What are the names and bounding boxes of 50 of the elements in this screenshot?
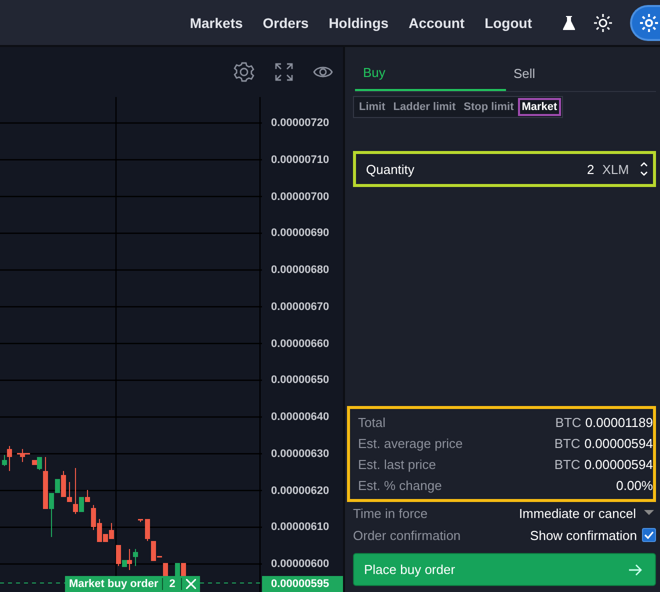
price-label: 0.00000720 (271, 116, 330, 131)
price-label: 0.00000650 (271, 373, 330, 388)
time-in-force-label: Time in force (353, 506, 428, 520)
candle (138, 518, 143, 522)
summary-value: BTC 0.00001189 (555, 415, 653, 430)
eye-icon[interactable] (313, 65, 333, 79)
price-label: 0.00000630 (271, 446, 330, 462)
nav-link[interactable]: Logout (484, 14, 532, 30)
summary-value: BTC 0.00000594 (554, 436, 653, 451)
nav-link[interactable]: Account (408, 14, 465, 30)
summary-value: BTC 0.00000594 (554, 457, 653, 472)
summary-label: Est. average price (358, 436, 463, 451)
price-label: 0.00000680 (271, 263, 330, 278)
summary-label: Total (358, 415, 386, 430)
quantity-field[interactable]: Quantity 2 XLM (353, 151, 656, 187)
checkbox[interactable] (642, 528, 656, 542)
summary-label: Est. last price (358, 457, 436, 472)
show-confirmation-label: Show confirmation (530, 528, 637, 542)
order-type-tab[interactable]: Ladder limit (389, 98, 460, 116)
settings-button[interactable] (630, 4, 660, 40)
price-label: 0.00000600 (271, 557, 330, 572)
nav-link[interactable]: Orders (262, 14, 309, 30)
order-type-tab[interactable]: Limit (355, 98, 390, 116)
close-icon (186, 579, 196, 589)
current-price-label: 0.00000595 (262, 576, 343, 592)
tab[interactable]: Buy (355, 59, 506, 91)
nav-link[interactable]: Markets (190, 14, 243, 30)
price-label: 0.00000620 (271, 484, 330, 498)
price-label: 0.00000670 (271, 300, 330, 315)
order-type-tab[interactable]: Market (518, 98, 562, 116)
price-label: 0.00000640 (271, 410, 330, 425)
order-confirmation-label: Order confirmation (353, 528, 461, 542)
price-label: 0.00000690 (271, 226, 330, 242)
summary-label: Est. % change (358, 478, 442, 493)
nav-link[interactable]: Holdings (328, 14, 389, 30)
summary-value: 0.00% (616, 478, 653, 493)
order-tag-label: Market buy order (68, 578, 160, 590)
price-label: 0.00000700 (271, 190, 330, 204)
time-in-force-dropdown[interactable]: Immediate or cancel (518, 506, 656, 520)
expand-icon[interactable] (275, 63, 293, 81)
price-label: 0.00000710 (271, 152, 330, 168)
arrow-right-icon (629, 564, 643, 576)
order-type-tab[interactable]: Stop limit (460, 98, 518, 116)
price-label: 0.00000660 (271, 336, 330, 352)
caret-icon (644, 510, 654, 516)
price-label: 0.00000610 (271, 520, 330, 536)
flask-icon[interactable] (562, 14, 576, 30)
tab[interactable]: Sell (506, 59, 656, 91)
sun-icon[interactable] (594, 14, 612, 32)
order-tag-quantity: 2 (162, 578, 182, 590)
